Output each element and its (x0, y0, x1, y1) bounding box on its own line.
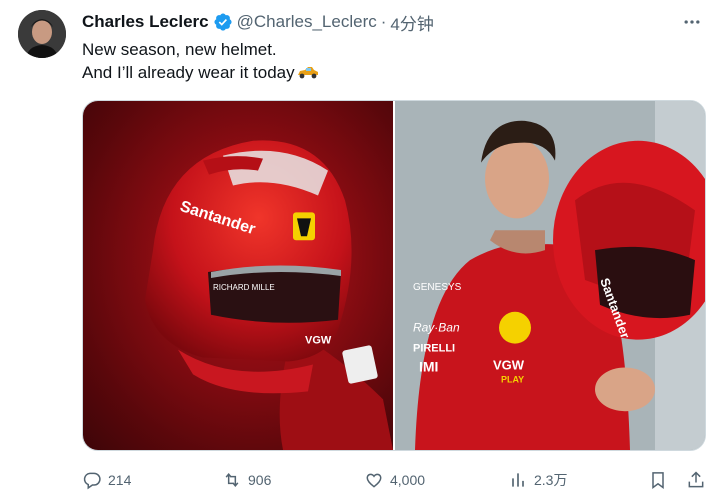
share-icon (688, 471, 704, 488)
svg-text:PIRELLI: PIRELLI (413, 343, 455, 355)
tweet-text-line-2: And I’ll already wear it today (82, 61, 319, 84)
helmet-illustration: Santander RICHARD MILLE VGW (145, 140, 393, 450)
tweet-header: Charles Leclerc @Charles_Leclerc · 4分钟 (82, 10, 434, 34)
media-grid: Santander RICHARD MILLE VGW Santander VG… (82, 100, 706, 451)
retweet-count: 906 (248, 472, 272, 488)
tweet-text: New season, new helmet. And I’ll already… (82, 38, 319, 84)
like-icon (366, 473, 382, 488)
verified-badge-icon (214, 13, 232, 31)
author-name[interactable]: Charles Leclerc (82, 12, 209, 32)
race-car-icon (297, 67, 318, 79)
retweet-icon (225, 473, 239, 487)
tweet-text-line-1: New season, new helmet. (82, 40, 277, 59)
svg-text:RICHARD MILLE: RICHARD MILLE (213, 283, 275, 292)
svg-text:VGW: VGW (493, 357, 525, 372)
action-bar: 214 906 4,000 2.3万 (82, 466, 706, 494)
post-time[interactable]: 4分钟 (390, 10, 433, 35)
svg-text:IMI: IMI (419, 358, 438, 374)
bookmark-button[interactable] (648, 466, 668, 494)
svg-text:VGW: VGW (305, 335, 332, 347)
views-icon (512, 473, 524, 487)
reply-icon (83, 472, 101, 490)
avatar-photo (18, 10, 66, 58)
reply-button[interactable]: 214 (82, 466, 131, 494)
driver-illustration: Santander VGW PLAY GENESYS Ray·Ban PIREL… (395, 101, 705, 450)
bookmark-icon (652, 472, 664, 489)
svg-text:PLAY: PLAY (501, 374, 524, 384)
like-button[interactable]: 4,000 (364, 466, 425, 494)
driver-photo[interactable]: Santander VGW PLAY GENESYS Ray·Ban PIREL… (395, 101, 705, 450)
reply-count: 214 (108, 472, 132, 488)
more-icon[interactable] (682, 12, 702, 32)
helmet-photo[interactable]: Santander RICHARD MILLE VGW (83, 101, 393, 450)
retweet-button[interactable]: 906 (222, 466, 271, 494)
like-count: 4,000 (390, 472, 426, 488)
views-count: 2.3万 (534, 472, 568, 488)
svg-text:Ray·Ban: Ray·Ban (413, 321, 460, 335)
svg-text:GENESYS: GENESYS (413, 282, 462, 293)
dot-separator: · (380, 12, 387, 31)
views-button[interactable]: 2.3万 (508, 466, 567, 494)
author-handle[interactable]: @Charles_Leclerc (237, 12, 377, 32)
share-button[interactable] (686, 466, 706, 494)
author-avatar[interactable] (18, 10, 66, 58)
tweet-text-line-2-content: And I’ll already wear it today (82, 63, 295, 82)
